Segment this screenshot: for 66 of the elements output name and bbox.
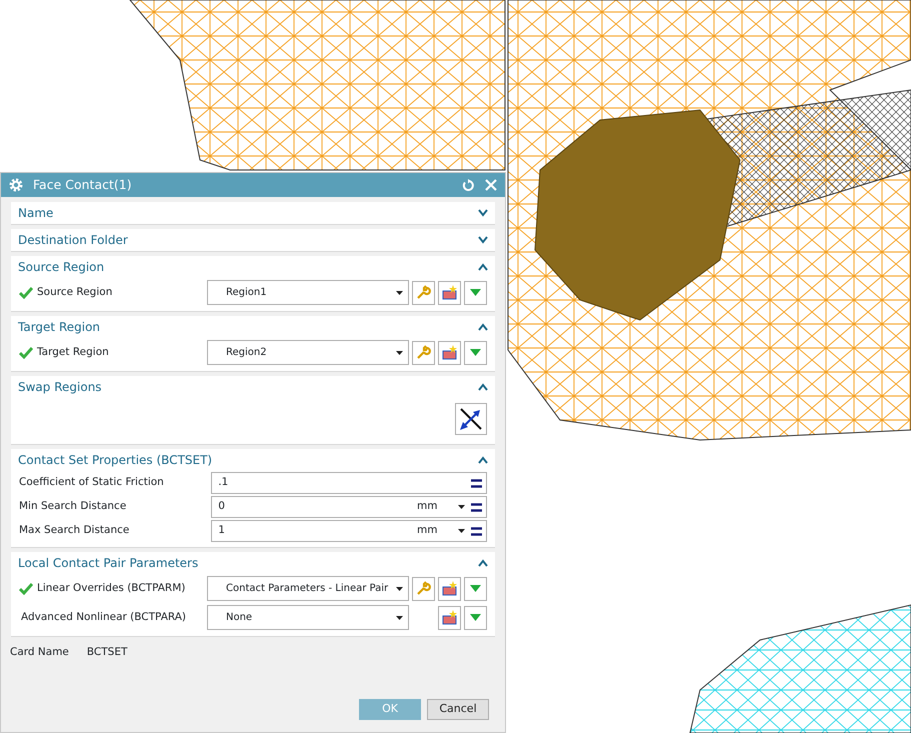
section-title[interactable]: Source Region bbox=[18, 258, 104, 276]
wrench-icon bbox=[416, 581, 431, 596]
create-button[interactable] bbox=[438, 280, 461, 304]
caret-icon bbox=[458, 505, 465, 509]
field-label: Card Name bbox=[10, 645, 69, 660]
dropdown-field[interactable]: Contact Parameters - Linear Pair bbox=[207, 576, 409, 601]
dropdown-field[interactable]: Region2 bbox=[207, 340, 409, 365]
expand-icon[interactable] bbox=[478, 209, 488, 217]
dropdown-arrow-icon bbox=[470, 289, 481, 296]
dropdown-arrow-icon bbox=[470, 614, 481, 621]
create-button[interactable] bbox=[438, 576, 461, 600]
number-field[interactable]: 1 mm bbox=[211, 520, 487, 542]
settings-icon[interactable] bbox=[9, 178, 23, 192]
caret-icon bbox=[396, 586, 403, 590]
section-title[interactable]: Swap Regions bbox=[18, 378, 102, 396]
close-icon[interactable] bbox=[485, 179, 497, 191]
new-item-icon bbox=[442, 345, 458, 360]
collapse-icon[interactable] bbox=[478, 559, 488, 567]
new-item-icon bbox=[442, 285, 458, 300]
field-label: Coefficient of Static Friction bbox=[19, 475, 164, 490]
field-label: Linear Overrides (BCTPARM) bbox=[37, 580, 186, 596]
menu-button[interactable] bbox=[464, 340, 487, 364]
caret-icon bbox=[396, 616, 403, 620]
dropdown-field[interactable]: None bbox=[207, 605, 409, 630]
collapse-icon[interactable] bbox=[478, 263, 488, 271]
number-field[interactable]: .1 bbox=[211, 472, 487, 494]
dropdown-field[interactable]: Region1 bbox=[207, 280, 409, 305]
field-label: Source Region bbox=[37, 284, 112, 300]
expand-icon[interactable] bbox=[478, 236, 488, 244]
equals-icon[interactable] bbox=[471, 526, 482, 536]
caret-icon bbox=[396, 290, 403, 294]
collapse-icon[interactable] bbox=[478, 323, 488, 331]
swap-button[interactable] bbox=[455, 403, 487, 435]
field-label: Advanced Nonlinear (BCTPARA) bbox=[21, 610, 186, 625]
cancel-button[interactable]: Cancel bbox=[427, 699, 489, 720]
window-title: Face Contact(1) bbox=[33, 176, 133, 194]
section-title[interactable]: Destination Folder bbox=[18, 231, 128, 249]
section-title[interactable]: Contact Set Properties (BCTSET) bbox=[18, 451, 212, 469]
field-label: Min Search Distance bbox=[19, 499, 126, 514]
wrench-icon bbox=[416, 345, 431, 360]
caret-icon bbox=[458, 529, 465, 533]
menu-button[interactable] bbox=[464, 576, 487, 600]
menu-button[interactable] bbox=[464, 606, 487, 630]
reset-icon[interactable] bbox=[462, 178, 475, 192]
create-button[interactable] bbox=[438, 606, 461, 630]
unit-label: mm bbox=[417, 523, 438, 538]
section-title[interactable]: Name bbox=[18, 204, 54, 222]
new-item-icon bbox=[442, 581, 458, 596]
wrench-icon bbox=[416, 285, 431, 300]
unit-label: mm bbox=[417, 499, 438, 514]
number-field[interactable]: 0 mm bbox=[211, 496, 487, 518]
section-title[interactable]: Local Contact Pair Parameters bbox=[18, 554, 198, 572]
section-title[interactable]: Target Region bbox=[18, 318, 100, 336]
equals-icon[interactable] bbox=[471, 478, 482, 488]
menu-button[interactable] bbox=[464, 280, 487, 304]
field-label: Target Region bbox=[37, 344, 109, 360]
create-button[interactable] bbox=[438, 340, 461, 364]
collapse-icon[interactable] bbox=[478, 456, 488, 464]
field-label: Max Search Distance bbox=[19, 523, 130, 538]
new-item-icon bbox=[442, 610, 458, 625]
collapse-icon[interactable] bbox=[478, 383, 488, 391]
dropdown-arrow-icon bbox=[470, 349, 481, 356]
field-value: BCTSET bbox=[86, 645, 128, 660]
equals-icon[interactable] bbox=[471, 502, 482, 512]
dropdown-arrow-icon bbox=[470, 585, 481, 592]
caret-icon bbox=[396, 350, 403, 354]
